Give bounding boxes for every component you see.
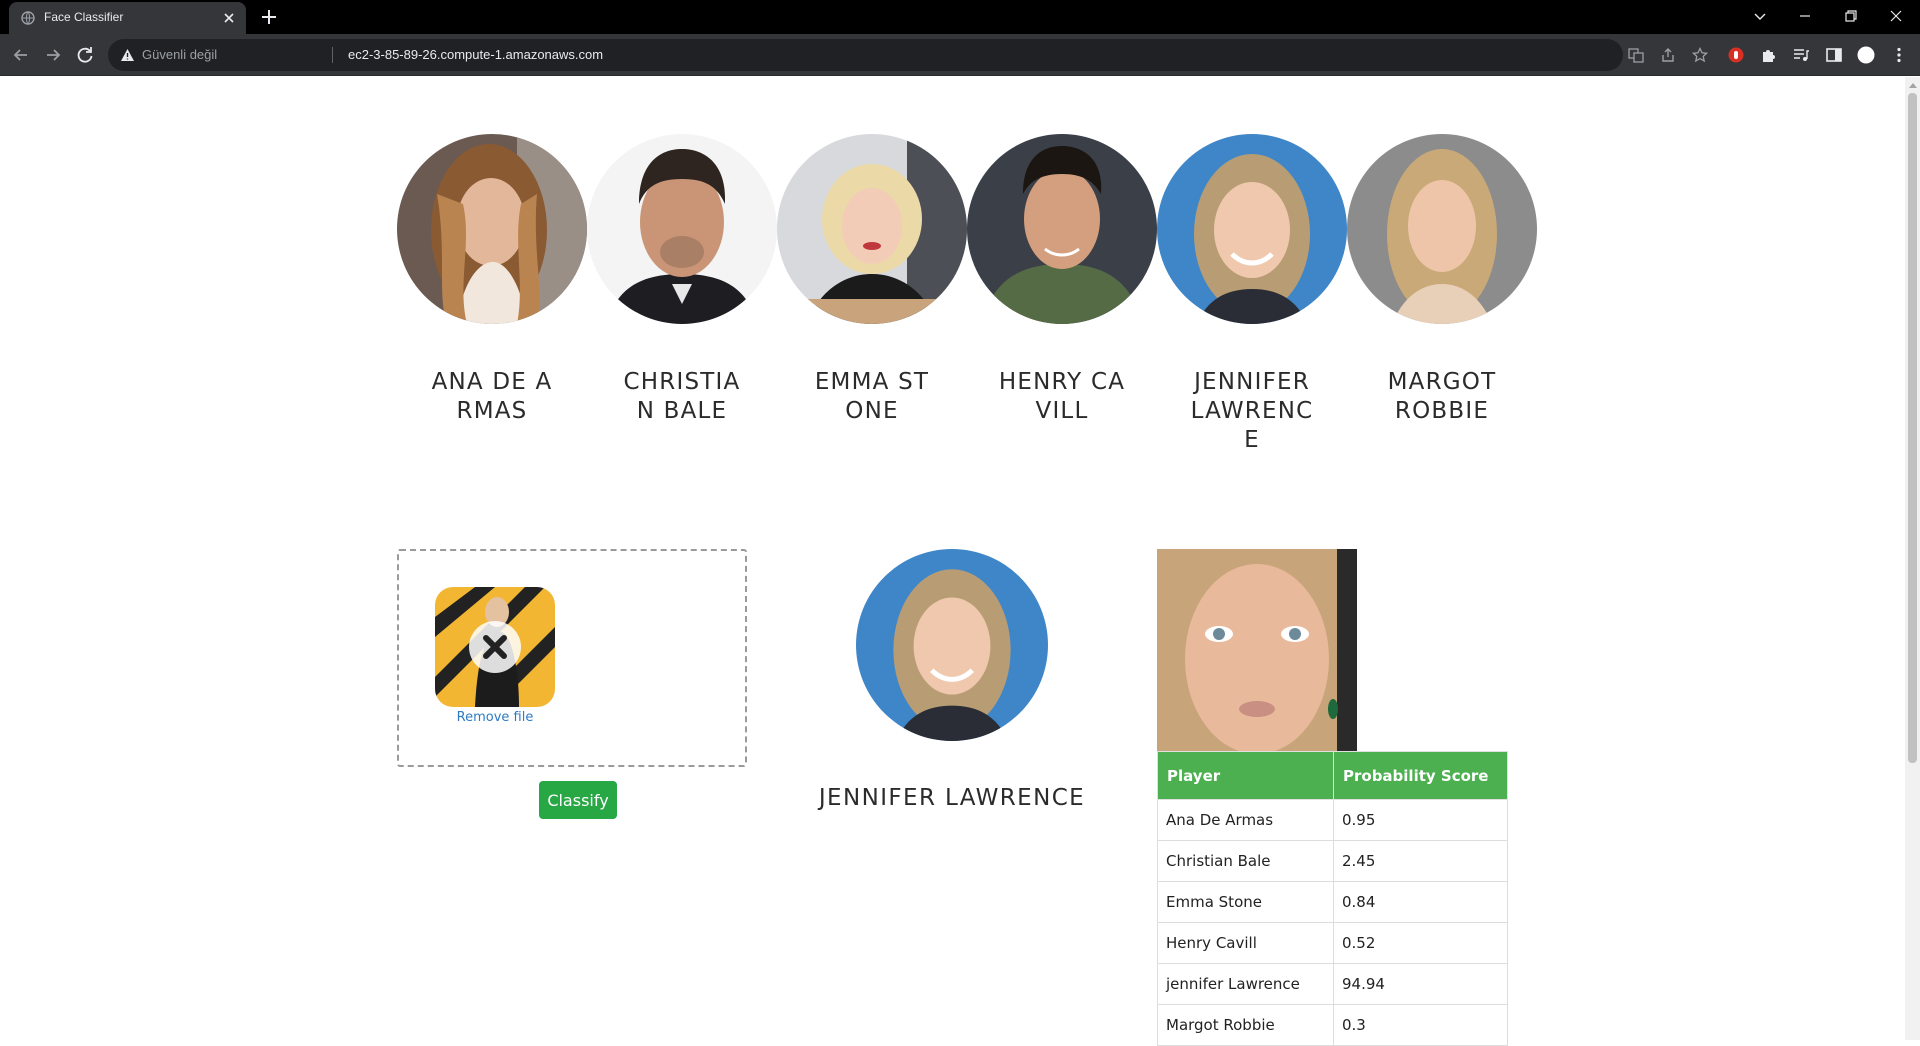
score-cell: 0.52 [1333, 922, 1508, 964]
celebrity-photo [587, 134, 777, 324]
celebrity-name: Emma Stone [814, 369, 930, 424]
translate-icon[interactable] [1628, 47, 1644, 63]
classify-button[interactable]: Classify [539, 781, 617, 819]
scroll-up-arrow[interactable] [1909, 83, 1917, 88]
celebrity-photo [777, 134, 967, 324]
minimize-icon[interactable] [1795, 6, 1815, 26]
celebrity-card: Jennifer Lawrence [1157, 134, 1347, 455]
table-row: Ana De Armas 0.95 [1157, 799, 1508, 841]
reload-icon[interactable] [74, 44, 96, 66]
header-probability: Probability Score [1333, 751, 1508, 800]
predicted-name: Jennifer Lawrence [818, 785, 1086, 811]
new-tab-icon[interactable] [260, 8, 278, 26]
upload-dropzone[interactable]: Remove file [397, 549, 747, 767]
cropped-face-image [1157, 549, 1357, 751]
side-panel-icon[interactable] [1825, 46, 1843, 64]
warning-icon[interactable] [120, 48, 135, 62]
table-row: Margot Robbie 0.3 [1157, 1004, 1508, 1046]
celebrity-card: Henry Cavill [967, 134, 1157, 426]
tab-search-icon[interactable] [1750, 6, 1770, 26]
celebrity-name: Henry Cavill [998, 369, 1126, 424]
security-label[interactable]: Güvenli değil [142, 47, 217, 62]
celebrity-card: Margot Robbie [1347, 134, 1537, 426]
browser-tab[interactable]: Face Classifier [9, 2, 246, 34]
media-controls-icon[interactable] [1792, 46, 1810, 64]
score-cell: 2.45 [1333, 840, 1508, 882]
celebrity-card: Ana De Armas [397, 134, 587, 426]
player-cell: Ana De Armas [1157, 799, 1334, 841]
player-cell: Christian Bale [1157, 840, 1334, 882]
forward-icon[interactable] [42, 44, 64, 66]
scrollbar-thumb[interactable] [1908, 93, 1917, 763]
menu-kebab-icon[interactable] [1890, 46, 1908, 64]
score-cell: 0.95 [1333, 799, 1508, 841]
browser-toolbar: Güvenli değil ec2-3-85-89-26.compute-1.a… [0, 34, 1920, 76]
celebrity-name: Christian Bale [623, 369, 741, 424]
score-cell: 94.94 [1333, 963, 1508, 1005]
address-bar[interactable]: Güvenli değil ec2-3-85-89-26.compute-1.a… [108, 39, 1708, 71]
celebrity-name: Margot Robbie [1387, 369, 1497, 424]
celebrity-photo [1347, 134, 1537, 324]
close-window-icon[interactable] [1886, 6, 1906, 26]
restore-icon[interactable] [1841, 6, 1861, 26]
table-row: Henry Cavill 0.52 [1157, 922, 1508, 964]
share-icon[interactable] [1660, 47, 1676, 63]
probability-table: Player Probability Score Ana De Armas 0.9… [1157, 751, 1508, 1046]
table-header-row: Player Probability Score [1157, 751, 1508, 800]
extensions-puzzle-icon[interactable] [1760, 46, 1778, 64]
bookmark-star-icon[interactable] [1692, 47, 1708, 63]
tab-title: Face Classifier [44, 10, 124, 24]
omnibox-divider [332, 47, 333, 63]
celebrity-card: Emma Stone [777, 134, 967, 426]
table-row: Christian Bale 2.45 [1157, 840, 1508, 882]
table-row: jennifer Lawrence 94.94 [1157, 963, 1508, 1005]
celebrity-photo [397, 134, 587, 324]
back-icon[interactable] [10, 44, 32, 66]
uploaded-file-preview: Remove file [435, 587, 555, 725]
profile-avatar-icon[interactable] [1857, 46, 1875, 64]
globe-icon [21, 11, 35, 25]
uploaded-thumbnail [435, 587, 555, 707]
page-scrollbar[interactable] [1905, 77, 1920, 1040]
remove-file-link[interactable]: Remove file [435, 710, 555, 725]
close-tab-icon[interactable] [222, 11, 236, 25]
extension-icon[interactable] [1727, 46, 1745, 64]
result-photo [856, 549, 1048, 741]
celebrity-card: Christian Bale [587, 134, 777, 426]
player-cell: Margot Robbie [1157, 1004, 1334, 1046]
header-player: Player [1157, 751, 1334, 800]
player-cell: Henry Cavill [1157, 922, 1334, 964]
celebrity-photo [1157, 134, 1347, 324]
score-cell: 0.3 [1333, 1004, 1508, 1046]
player-cell: Emma Stone [1157, 881, 1334, 923]
page-content: Ana De Armas Christian Bale [0, 77, 1905, 1046]
player-cell: jennifer Lawrence [1157, 963, 1334, 1005]
score-cell: 0.84 [1333, 881, 1508, 923]
celebrity-photo [967, 134, 1157, 324]
url-text[interactable]: ec2-3-85-89-26.compute-1.amazonaws.com [348, 47, 603, 62]
celebrity-name: Jennifer Lawrence [1190, 369, 1314, 453]
table-row: Emma Stone 0.84 [1157, 881, 1508, 923]
tab-strip: Face Classifier [0, 0, 1920, 34]
celebrity-name: Ana De Armas [431, 369, 553, 424]
remove-file-icon[interactable] [468, 620, 522, 674]
